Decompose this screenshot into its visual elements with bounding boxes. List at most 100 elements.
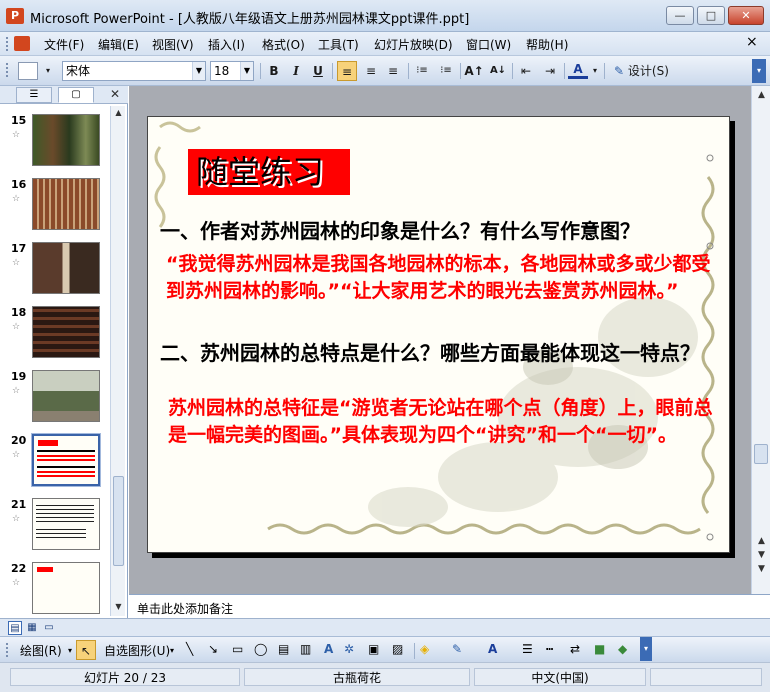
tab-outline[interactable]: ☰ xyxy=(16,87,52,103)
clipart-icon[interactable]: ▣ xyxy=(368,642,379,656)
numbering-button[interactable]: ⁝≡ xyxy=(412,61,432,81)
shadow-style-icon[interactable]: ■ xyxy=(594,642,605,656)
answer-1[interactable]: “我觉得苏州园林是我国各地园林的标本，各地园林或多或少都受到苏州园林的影响。”“… xyxy=(166,251,714,305)
line-color-icon[interactable]: ✎ xyxy=(452,642,462,656)
status-extra xyxy=(650,668,762,686)
doc-close-icon[interactable]: × xyxy=(746,34,758,50)
rectangle-tool-icon[interactable]: ▭ xyxy=(232,642,243,656)
oval-tool-icon[interactable]: ◯ xyxy=(254,642,267,656)
toolbar-options-icon[interactable]: ▾ xyxy=(640,637,652,661)
toolbar-grip[interactable] xyxy=(6,63,9,77)
slide-canvas[interactable]: 随堂练习 一、作者对苏州园林的印象是什么？有什么写作意图？ “我觉得苏州园林是我… xyxy=(147,116,730,553)
scroll-down-icon[interactable]: ▼ xyxy=(112,600,125,614)
picture-icon[interactable]: ▨ xyxy=(392,642,403,656)
slideshow-icon[interactable]: ▭ xyxy=(42,621,56,635)
dash-style-icon[interactable]: ┅ xyxy=(546,642,553,656)
font-name-value: 宋体 xyxy=(66,64,91,78)
thumbnail-image xyxy=(32,306,100,358)
design-template-status: 古瓶荷花 xyxy=(244,668,470,686)
scroll-up-icon[interactable]: ▲ xyxy=(112,106,125,120)
font-name-select[interactable]: 宋体 ▼ xyxy=(62,61,206,81)
font-color-icon[interactable]: A xyxy=(488,642,497,656)
menu-insert[interactable]: 插入(I) xyxy=(208,36,245,53)
thumbnail-image xyxy=(31,433,101,487)
design-button[interactable]: ✎ 设计(S) xyxy=(610,61,673,81)
increase-indent-button[interactable]: ⇥ xyxy=(540,61,560,81)
select-pointer-icon[interactable]: ↖ xyxy=(76,640,96,660)
draw-menu-button[interactable]: 绘图(R) xyxy=(20,642,62,659)
slide-number: 15 xyxy=(11,114,27,127)
decrease-indent-button[interactable]: ⇤ xyxy=(516,61,536,81)
slide-heading[interactable]: 随堂练习 xyxy=(188,149,350,195)
new-document-icon[interactable] xyxy=(18,62,38,80)
scroll-up-icon[interactable]: ▲ xyxy=(754,88,769,102)
tab-slides[interactable]: ▢ xyxy=(58,87,94,103)
toolbar-separator xyxy=(408,63,409,79)
close-button[interactable]: ✕ xyxy=(728,6,764,25)
scroll-down-icon[interactable]: ▼ xyxy=(754,548,769,562)
menu-file[interactable]: 文件(F) xyxy=(44,36,84,53)
textbox-tool-icon[interactable]: ▤ xyxy=(278,642,289,656)
align-center-button[interactable]: ≡ xyxy=(361,61,381,81)
slide-number: 16 xyxy=(11,178,27,191)
menu-help[interactable]: 帮助(H) xyxy=(526,36,568,53)
font-size-select[interactable]: 18 ▼ xyxy=(210,61,254,81)
menu-edit[interactable]: 编辑(E) xyxy=(98,36,139,53)
answer-2[interactable]: 苏州园林的总特征是“游览者无论站在哪个点（角度）上，眼前总是一幅完美的图画。”具… xyxy=(168,395,716,449)
next-slide-icon[interactable]: ▼ xyxy=(754,562,769,576)
italic-button[interactable]: I xyxy=(286,61,306,81)
notes-pane[interactable]: 单击此处添加备注 xyxy=(129,594,770,618)
question-2[interactable]: 二、苏州园林的总特点是什么？哪些方面最能体现这一特点？ xyxy=(160,339,726,367)
menu-window[interactable]: 窗口(W) xyxy=(466,36,511,53)
slide-sorter-icon[interactable]: ▦ xyxy=(25,621,39,635)
shrink-font-button[interactable]: A↓ xyxy=(488,61,508,81)
line-style-icon[interactable]: ☰ xyxy=(522,642,533,656)
notes-placeholder: 单击此处添加备注 xyxy=(137,602,234,616)
previous-slide-icon[interactable]: ▲ xyxy=(754,534,769,548)
vertical-textbox-icon[interactable]: ▥ xyxy=(300,642,311,656)
grow-font-button[interactable]: A↑ xyxy=(464,61,484,81)
font-size-value: 18 xyxy=(214,64,230,78)
scroll-thumb[interactable] xyxy=(113,476,124,566)
menu-slideshow[interactable]: 幻灯片放映(D) xyxy=(374,36,453,53)
slide-number: 20 xyxy=(11,434,27,447)
chevron-down-icon[interactable]: ▼ xyxy=(192,62,205,80)
arrow-tool-icon[interactable]: ↘ xyxy=(208,642,218,656)
chevron-down-icon[interactable]: ▾ xyxy=(590,61,600,81)
toolbar-options-icon[interactable]: ▾ xyxy=(752,59,766,83)
diagram-icon[interactable]: ✲ xyxy=(344,642,354,656)
align-right-button[interactable]: ≡ xyxy=(383,61,403,81)
underline-button[interactable]: U xyxy=(308,61,328,81)
menu-format[interactable]: 格式(O) xyxy=(262,36,305,53)
maximize-button[interactable]: □ xyxy=(697,6,725,25)
minimize-button[interactable]: — xyxy=(666,6,694,25)
line-tool-icon[interactable]: ╲ xyxy=(186,642,193,656)
close-icon[interactable]: ✕ xyxy=(110,87,120,101)
bold-button[interactable]: B xyxy=(264,61,284,81)
toolbar-grip[interactable] xyxy=(6,643,9,657)
slide-scrollbar[interactable]: ▲ ▲ ▼ ▼ xyxy=(751,86,770,594)
arrow-style-icon[interactable]: ⇄ xyxy=(570,642,580,656)
normal-view-icon[interactable]: ▤ xyxy=(8,621,22,635)
font-color-button[interactable]: A xyxy=(568,61,588,79)
align-left-button[interactable]: ≡ xyxy=(337,61,357,81)
bullets-button[interactable]: ⁝≡ xyxy=(436,61,456,81)
document-icon[interactable] xyxy=(14,36,30,51)
fill-color-icon[interactable]: ◈ xyxy=(420,642,429,656)
scroll-thumb[interactable] xyxy=(754,444,768,464)
drawing-toolbar: 绘图(R) ▾ ↖ 自选图形(U) ▾ ╲ ↘ ▭ ◯ ▤ ▥ A ✲ ▣ ▨ … xyxy=(0,636,770,662)
3d-style-icon[interactable]: ◆ xyxy=(618,642,627,656)
chevron-down-icon[interactable]: ▾ xyxy=(68,646,72,655)
menu-view[interactable]: 视图(V) xyxy=(152,36,194,53)
question-1[interactable]: 一、作者对苏州园林的印象是什么？有什么写作意图？ xyxy=(160,217,720,245)
powerpoint-app-icon[interactable]: P xyxy=(6,8,24,24)
menu-tools[interactable]: 工具(T) xyxy=(318,36,359,53)
thumbnail-image xyxy=(32,370,100,422)
wordart-icon[interactable]: A xyxy=(324,642,333,656)
chevron-down-icon[interactable]: ▾ xyxy=(170,646,174,655)
autoshapes-button[interactable]: 自选图形(U) xyxy=(104,642,170,659)
thumbnail-scrollbar[interactable]: ▲ ▼ xyxy=(110,106,125,616)
menu-grip[interactable] xyxy=(6,37,9,51)
chevron-down-icon[interactable]: ▼ xyxy=(240,62,253,80)
new-dropdown-icon[interactable]: ▾ xyxy=(38,61,58,81)
